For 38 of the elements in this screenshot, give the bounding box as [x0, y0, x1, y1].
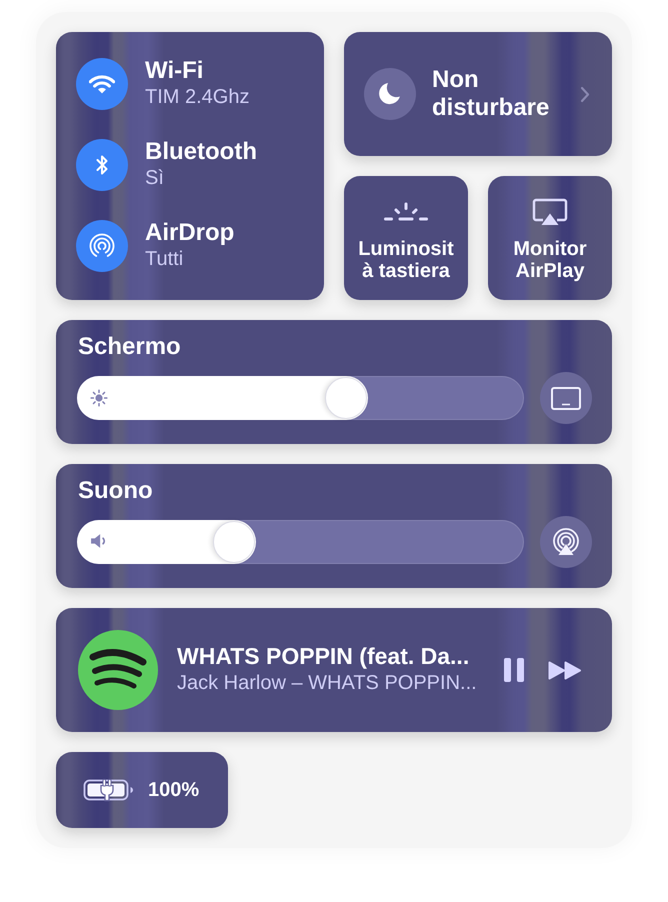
battery-charging-icon	[83, 778, 135, 802]
next-track-button[interactable]	[548, 660, 582, 680]
music-app-icon[interactable]	[78, 630, 158, 710]
sun-icon	[90, 389, 108, 407]
bluetooth-toggle[interactable]	[76, 139, 128, 191]
volume-slider[interactable]	[77, 520, 524, 564]
do-not-disturb-label: Non disturbare	[432, 66, 550, 122]
wifi-icon	[89, 74, 115, 94]
display-icon	[551, 386, 581, 410]
airdrop-toggle[interactable]	[76, 220, 128, 272]
pause-icon	[504, 658, 524, 682]
keyboard-brightness-icon	[383, 202, 429, 222]
slider-title: Schermo	[77, 332, 181, 362]
airplay-display-icon	[532, 198, 568, 226]
bluetooth-icon	[96, 154, 108, 176]
track-artist: Jack Harlow – WHATS POPPIN...	[177, 671, 477, 696]
slider-title: Suono	[77, 476, 153, 506]
audio-output-button[interactable]	[540, 516, 592, 568]
airplay-display-button[interactable]: Monitor AirPlay	[488, 176, 612, 300]
fast-forward-icon	[548, 660, 582, 680]
track-title: WHATS POPPIN (feat. Da...	[177, 643, 470, 670]
connection-status: TIM 2.4Ghz	[145, 85, 250, 110]
connection-name: Wi-Fi	[145, 58, 204, 84]
connection-status: Sì	[145, 166, 165, 191]
airdrop-icon	[89, 233, 115, 259]
speaker-icon	[90, 533, 106, 549]
wifi-toggle[interactable]	[76, 58, 128, 110]
do-not-disturb-toggle[interactable]	[364, 68, 416, 120]
keyboard-brightness-button[interactable]: Luminosit à tastiera	[344, 176, 468, 300]
moon-icon	[379, 83, 401, 105]
display-settings-button[interactable]	[540, 372, 592, 424]
battery-percentage: 100%	[148, 778, 200, 802]
connection-status: Tutti	[145, 247, 184, 272]
airplay-audio-icon	[552, 528, 580, 556]
connection-name: Bluetooth	[145, 139, 257, 165]
brightness-slider[interactable]	[77, 376, 524, 420]
connection-name: AirDrop	[145, 220, 234, 246]
pause-button[interactable]	[504, 658, 524, 682]
